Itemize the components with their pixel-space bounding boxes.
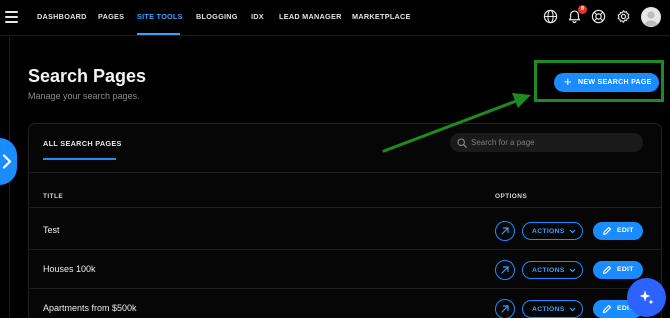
- column-header-title: TITLE: [43, 193, 64, 200]
- search-box[interactable]: [450, 133, 643, 152]
- actions-dropdown[interactable]: ACTIONS: [522, 261, 583, 279]
- menu-icon[interactable]: [5, 11, 18, 23]
- sparkle-icon: [639, 290, 654, 305]
- search-icon: [457, 138, 467, 148]
- chevron-down-icon: [569, 229, 576, 234]
- open-page-button[interactable]: [495, 260, 515, 280]
- top-navigation: DASHBOARD PAGES SITE TOOLS BLOGGING IDX …: [0, 0, 670, 36]
- plus-icon: +: [564, 74, 572, 89]
- help-icon[interactable]: [591, 9, 606, 24]
- new-search-page-button[interactable]: + NEW SEARCH PAGE: [554, 73, 659, 92]
- edit-button[interactable]: EDIT: [593, 261, 643, 279]
- edit-label: EDIT: [617, 227, 634, 234]
- edit-button[interactable]: EDIT: [593, 222, 643, 240]
- page-title: Search Pages: [28, 66, 147, 86]
- open-page-button[interactable]: [495, 221, 515, 241]
- nav-pages[interactable]: PAGES: [98, 12, 124, 21]
- active-nav-indicator: [137, 33, 180, 35]
- avatar-icon[interactable]: [641, 7, 661, 27]
- open-page-button[interactable]: [495, 299, 515, 318]
- divider: [29, 207, 661, 208]
- actions-label: ACTIONS: [532, 306, 565, 313]
- chevron-down-icon: [569, 307, 576, 312]
- ai-assistant-button[interactable]: [627, 278, 666, 317]
- new-search-page-label: NEW SEARCH PAGE: [578, 79, 652, 86]
- pencil-icon: [602, 265, 612, 275]
- search-input[interactable]: [471, 136, 636, 149]
- actions-dropdown[interactable]: ACTIONS: [522, 300, 583, 318]
- gear-icon[interactable]: [616, 9, 631, 24]
- nav-marketplace[interactable]: MARKETPLACE: [352, 12, 411, 21]
- divider: [29, 249, 661, 250]
- active-tab-indicator: [43, 158, 116, 160]
- actions-label: ACTIONS: [532, 267, 565, 274]
- edit-label: EDIT: [617, 266, 634, 273]
- row-title[interactable]: Houses 100k: [43, 264, 96, 274]
- tab-all-search-pages[interactable]: ALL SEARCH PAGES: [43, 139, 122, 148]
- nav-blogging[interactable]: BLOGGING: [196, 12, 238, 21]
- chevron-down-icon: [569, 268, 576, 273]
- pencil-icon: [602, 304, 612, 314]
- column-header-options: OPTIONS: [495, 193, 528, 200]
- chevron-right-icon: [2, 154, 12, 169]
- globe-icon[interactable]: [543, 9, 558, 24]
- open-external-icon: [501, 266, 509, 274]
- divider: [29, 288, 661, 289]
- divider: [29, 172, 661, 173]
- page-subtitle: Manage your search pages.: [28, 91, 140, 101]
- notification-badge: 8: [578, 5, 587, 14]
- actions-dropdown[interactable]: ACTIONS: [522, 222, 583, 240]
- nav-dashboard[interactable]: DASHBOARD: [37, 12, 87, 21]
- row-title[interactable]: Test: [43, 225, 60, 235]
- nav-lead-manager[interactable]: LEAD MANAGER: [279, 12, 342, 21]
- row-title[interactable]: Apartments from $500k: [43, 303, 137, 313]
- pencil-icon: [602, 226, 612, 236]
- sidebar-toggle-button[interactable]: [0, 138, 17, 185]
- open-external-icon: [501, 227, 509, 235]
- open-external-icon: [501, 305, 509, 313]
- actions-label: ACTIONS: [532, 228, 565, 235]
- nav-idx[interactable]: IDX: [251, 12, 264, 21]
- nav-site-tools[interactable]: SITE TOOLS: [137, 12, 183, 21]
